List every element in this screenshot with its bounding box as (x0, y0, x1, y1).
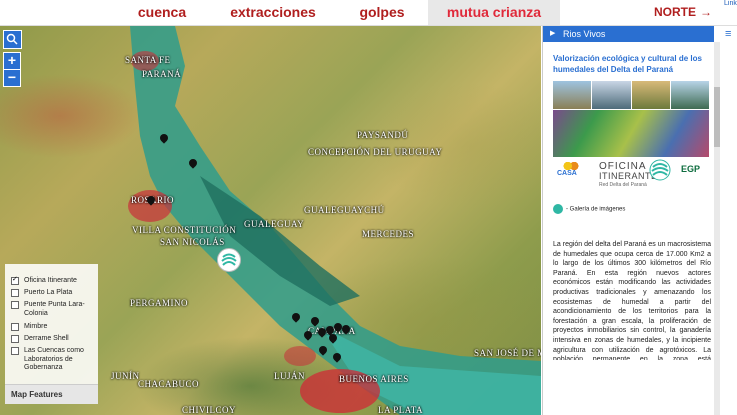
photo (671, 81, 709, 109)
legend-item-label: Derrame Shell (24, 335, 69, 342)
tab-mutua-crianza[interactable]: mutua crianza (428, 0, 560, 25)
casa-label: CASA (557, 170, 577, 177)
tab-cuenca[interactable]: cuenca (124, 0, 200, 25)
photo (632, 81, 670, 109)
map-label: PARANÁ (142, 69, 182, 79)
legend-footer[interactable]: Map Features (5, 384, 98, 404)
search-icon (6, 33, 18, 45)
map-label: SAN JOSÉ DE MAYO (474, 348, 541, 358)
checkbox[interactable] (11, 301, 19, 309)
checkbox[interactable] (11, 275, 19, 285)
top-navigation: cuenca extracciones golpes mutua crianza… (0, 0, 737, 26)
egp-logo: EGP (681, 164, 700, 174)
casa-logo-icon (563, 162, 579, 170)
panel-scrollbar[interactable] (714, 42, 720, 415)
gallery-label: - Galería de imágenes (566, 206, 626, 213)
zoom-in-button[interactable]: + (3, 52, 21, 70)
panel-header-title: Rios Vivos (563, 29, 606, 39)
map-legend: Oficina Itinerante Puerto La Plata Puent… (5, 264, 98, 404)
map-label: CHACABUCO (138, 379, 200, 389)
satellite-image (553, 110, 709, 157)
zoom-out-button[interactable]: − (3, 69, 21, 87)
legend-item[interactable]: Las Cuencas como Laboratorios de Goberna… (11, 347, 84, 371)
menu-icon[interactable]: ≡ (725, 29, 731, 40)
map-label: GUALEGUAYCHÚ (304, 205, 385, 215)
link[interactable]: Link (724, 0, 737, 7)
legend-item-label: Las Cuencas como Laboratorios de Goberna… (24, 347, 84, 371)
oficina-itinerante-marker-icon[interactable] (217, 248, 241, 272)
checkbox[interactable] (11, 323, 19, 331)
partner-logos: CASA OFICINA ITINERANTE Red Delta del Pa… (553, 156, 713, 196)
panel-header[interactable]: ▶ Rios Vivos (543, 26, 714, 42)
tab-golpes[interactable]: golpes (346, 0, 418, 25)
map-label: CHIVILCOY (182, 405, 236, 415)
map-view[interactable]: SANTA FE PARANÁ PAYSANDÚ CONCEPCIÓN DEL … (0, 26, 541, 415)
legend-item-label: Puerto La Plata (24, 289, 73, 296)
map-label: SAN NICOLÁS (160, 237, 225, 247)
egp-label: EGP (681, 164, 701, 174)
legend-item[interactable]: Puerto La Plata (11, 289, 72, 297)
map-label: BUENOS AIRES (339, 374, 409, 384)
photo (592, 81, 631, 109)
legend-item-label: Mimbre (24, 323, 48, 330)
arrow-right-icon: → (700, 5, 712, 19)
legend-item[interactable]: Mimbre (11, 323, 47, 331)
map-label: LA PLATA (378, 405, 424, 415)
scrollbar-thumb[interactable] (714, 87, 720, 147)
legend-item-label: Puente Punta Lara-Colonia (24, 301, 85, 317)
map-label: PERGAMINO (130, 298, 189, 308)
checkbox[interactable] (11, 347, 19, 355)
photo (553, 81, 591, 109)
info-panel: ▶ Rios Vivos ≡ Valorización ecológica y … (542, 26, 737, 415)
legend-item[interactable]: Derrame Shell (11, 335, 69, 343)
map-label: SANTA FE (125, 55, 171, 65)
photo-collage (553, 81, 709, 157)
search-button[interactable] (3, 30, 22, 49)
gallery-link[interactable]: - Galería de imágenes (553, 204, 625, 214)
north-button[interactable]: NORTE → (654, 0, 712, 25)
casa-logo: CASA (557, 162, 579, 177)
north-label: NORTE (654, 5, 696, 19)
tab-extracciones[interactable]: extracciones (221, 0, 325, 25)
logo-sub: Red Delta del Paraná (599, 182, 647, 188)
gallery-icon (553, 204, 563, 214)
checkbox[interactable] (11, 289, 19, 297)
map-label: CONCEPCIÓN DEL URUGUAY (308, 147, 443, 157)
panel-title: Valorización ecológica y cultural de los… (553, 54, 702, 74)
legend-item-label: Oficina Itinerante (24, 277, 77, 284)
map-label: GUALEGUAY (244, 219, 305, 229)
map-label: LUJÁN (274, 371, 305, 381)
checkbox[interactable] (11, 335, 19, 343)
wave-logo-icon (649, 159, 671, 181)
legend-item[interactable]: Puente Punta Lara-Colonia (11, 301, 85, 317)
map-label: JUNÍN (111, 371, 140, 381)
oficina-itinerante-logo: OFICINA ITINERANTE Red Delta del Paraná (599, 158, 671, 192)
map-label: VILLA CONSTITUCIÓN (132, 225, 237, 235)
caret-right-icon: ▶ (550, 30, 556, 37)
map-label: MERCEDES (362, 229, 415, 239)
map-label: PAYSANDÚ (357, 130, 409, 140)
panel-body-text: La región del delta del Paraná es un mac… (553, 241, 711, 360)
legend-item[interactable]: Oficina Itinerante (11, 275, 77, 285)
